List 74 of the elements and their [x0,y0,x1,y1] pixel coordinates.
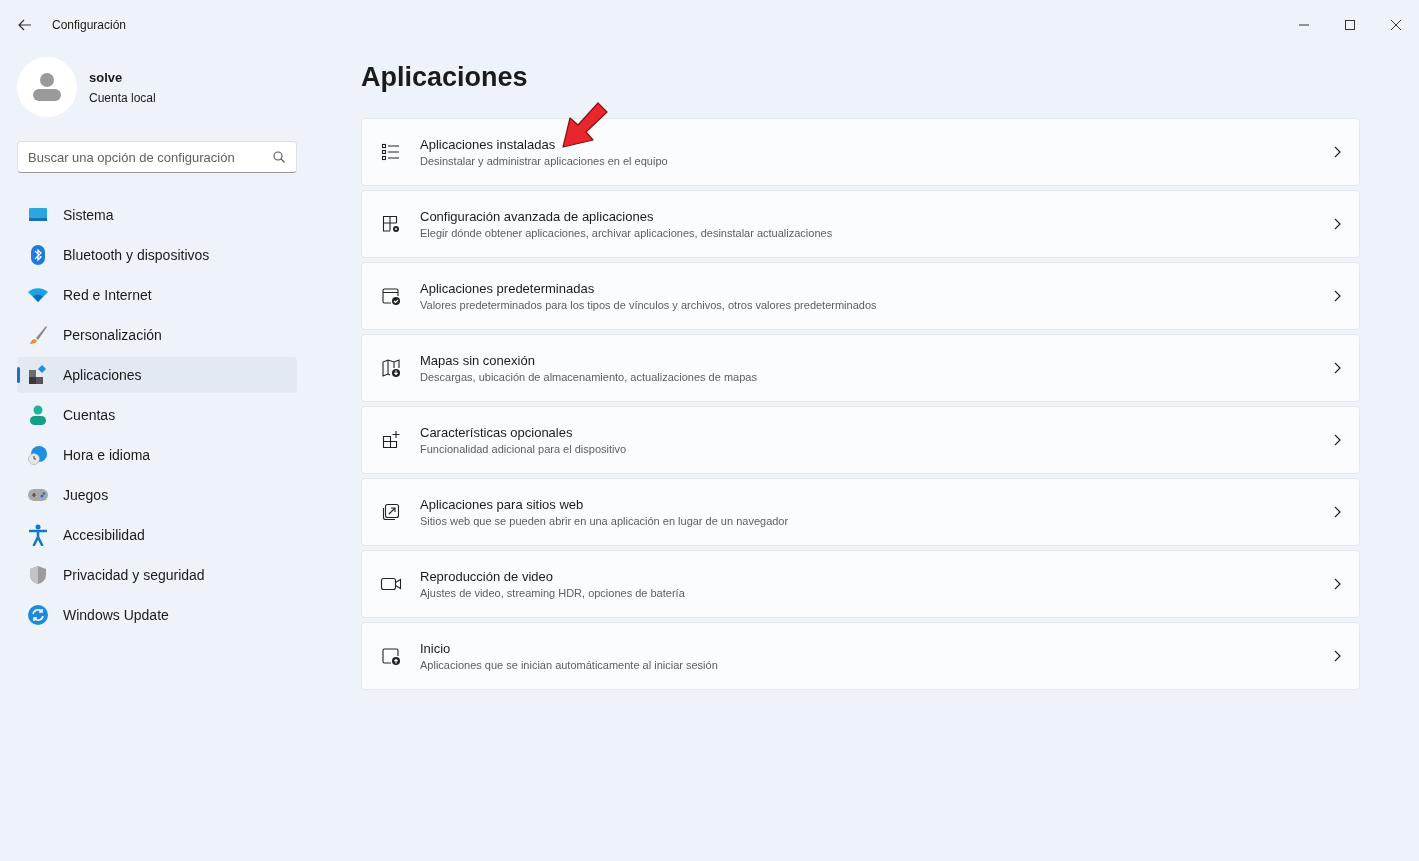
apps-grid-icon [28,365,48,385]
card-description: Funcionalidad adicional para el dispositivo [420,441,627,457]
video-camera-icon [380,575,402,593]
card-description: Sitios web que se pueden abrir en una aplicación en lugar de un navegador [420,513,789,529]
wifi-icon [27,287,49,303]
card-description: Descargas, ubicación de almacenamiento, actualizaciones de mapas [420,369,757,385]
person-silhouette-icon [32,72,62,102]
map-download-icon [381,358,401,378]
settings-card[interactable]: Aplicaciones instaladas Desinstalar y administrar aplicaciones en el equipo [361,118,1360,186]
grid-plus-icon [381,430,401,450]
chevron-right-icon [1334,290,1341,302]
settings-card[interactable]: Características opcionales Funcionalidad adicional para el dispositivo [361,406,1360,474]
pointer-arrow-icon [560,100,610,150]
settings-card[interactable]: Aplicaciones predeterminadas Valores predeterminados para los tipos de vínculos y archivos, otros valores predeterminados [361,262,1360,330]
window-title: Configuración [52,17,127,33]
sidebar-item[interactable]: Personalización [17,317,297,353]
chevron-right-icon [1334,218,1341,230]
card-title: Aplicaciones para sitios web [420,495,584,514]
chevron-right-icon [1334,650,1341,662]
card-title: Mapas sin conexión [420,351,535,370]
card-description: Desinstalar y administrar aplicaciones en el equipo [420,153,668,169]
card-title: Reproducción de video [420,567,553,586]
settings-card[interactable]: Mapas sin conexión Descargas, ubicación de almacenamiento, actualizaciones de mapas [361,334,1360,402]
window-link-icon [381,502,401,522]
chevron-right-icon [1334,434,1341,446]
settings-card[interactable]: Inicio Aplicaciones que se inician automáticamente al iniciar sesión [361,622,1360,690]
gamepad-icon [27,488,49,502]
search-icon [273,151,285,163]
back-arrow-icon[interactable] [18,19,32,31]
window-check-icon [381,286,401,306]
sidebar-item[interactable]: Windows Update [17,597,297,633]
sync-arrows-icon [28,605,48,625]
card-title: Configuración avanzada de aplicaciones [420,207,654,226]
search-field[interactable]: Buscar una opción de configuración [17,141,297,173]
globe-clock-icon [28,445,48,465]
sidebar-item[interactable]: Privacidad y seguridad [17,557,297,593]
card-description: Ajustes de video, streaming HDR, opciones de batería [420,585,685,601]
account-name: solve [89,69,124,88]
monitor-icon [28,207,48,223]
sidebar-item[interactable]: Bluetooth y dispositivos [17,237,297,273]
card-description: Valores predeterminados para los tipos de vínculos y archivos, otros valores predeterminados [420,297,877,313]
maximize-icon [1345,20,1355,30]
account-type: Cuenta local [89,89,156,106]
settings-card[interactable]: Aplicaciones para sitios web Sitios web que se pueden abrir en una aplicación en lugar de un navegador [361,478,1360,546]
chevron-right-icon [1334,362,1341,374]
sidebar-item[interactable]: Aplicaciones [17,357,297,393]
page-title: Aplicaciones [361,64,529,91]
list-icon [381,142,401,162]
sidebar-item[interactable]: Juegos [17,477,297,513]
chevron-right-icon [1334,146,1341,158]
sidebar-item[interactable]: Cuentas [17,397,297,433]
settings-card[interactable]: Configuración avanzada de aplicaciones Elegir dónde obtener aplicaciones, archivar aplicaciones, desinstalar actualizaciones [361,190,1360,258]
card-title: Características opcionales [420,423,573,442]
sidebar-item[interactable]: Sistema [17,197,297,233]
paintbrush-icon [28,325,48,345]
card-description: Aplicaciones que se inician automáticamente al iniciar sesión [420,657,718,673]
card-title: Inicio [420,639,451,658]
sidebar-item[interactable]: Hora e idioma [17,437,297,473]
card-description: Elegir dónde obtener aplicaciones, archivar aplicaciones, desinstalar actualizaciones [420,225,833,241]
chevron-right-icon [1334,506,1341,518]
bluetooth-icon [28,245,48,265]
sidebar-item[interactable]: Red e Internet [17,277,297,313]
window-gear-icon [381,214,401,234]
accessibility-figure-icon [29,524,47,546]
card-title: Aplicaciones predeterminadas [420,279,595,298]
sidebar-item[interactable]: Accesibilidad [17,517,297,553]
selection-indicator [17,367,20,383]
window-upload-icon [381,646,401,666]
person-icon [29,405,47,425]
settings-card[interactable]: Reproducción de video Ajustes de video, streaming HDR, opciones de batería [361,550,1360,618]
close-icon [1391,20,1401,30]
shield-icon [29,565,47,585]
chevron-right-icon [1334,578,1341,590]
card-title: Aplicaciones instaladas [420,135,556,154]
